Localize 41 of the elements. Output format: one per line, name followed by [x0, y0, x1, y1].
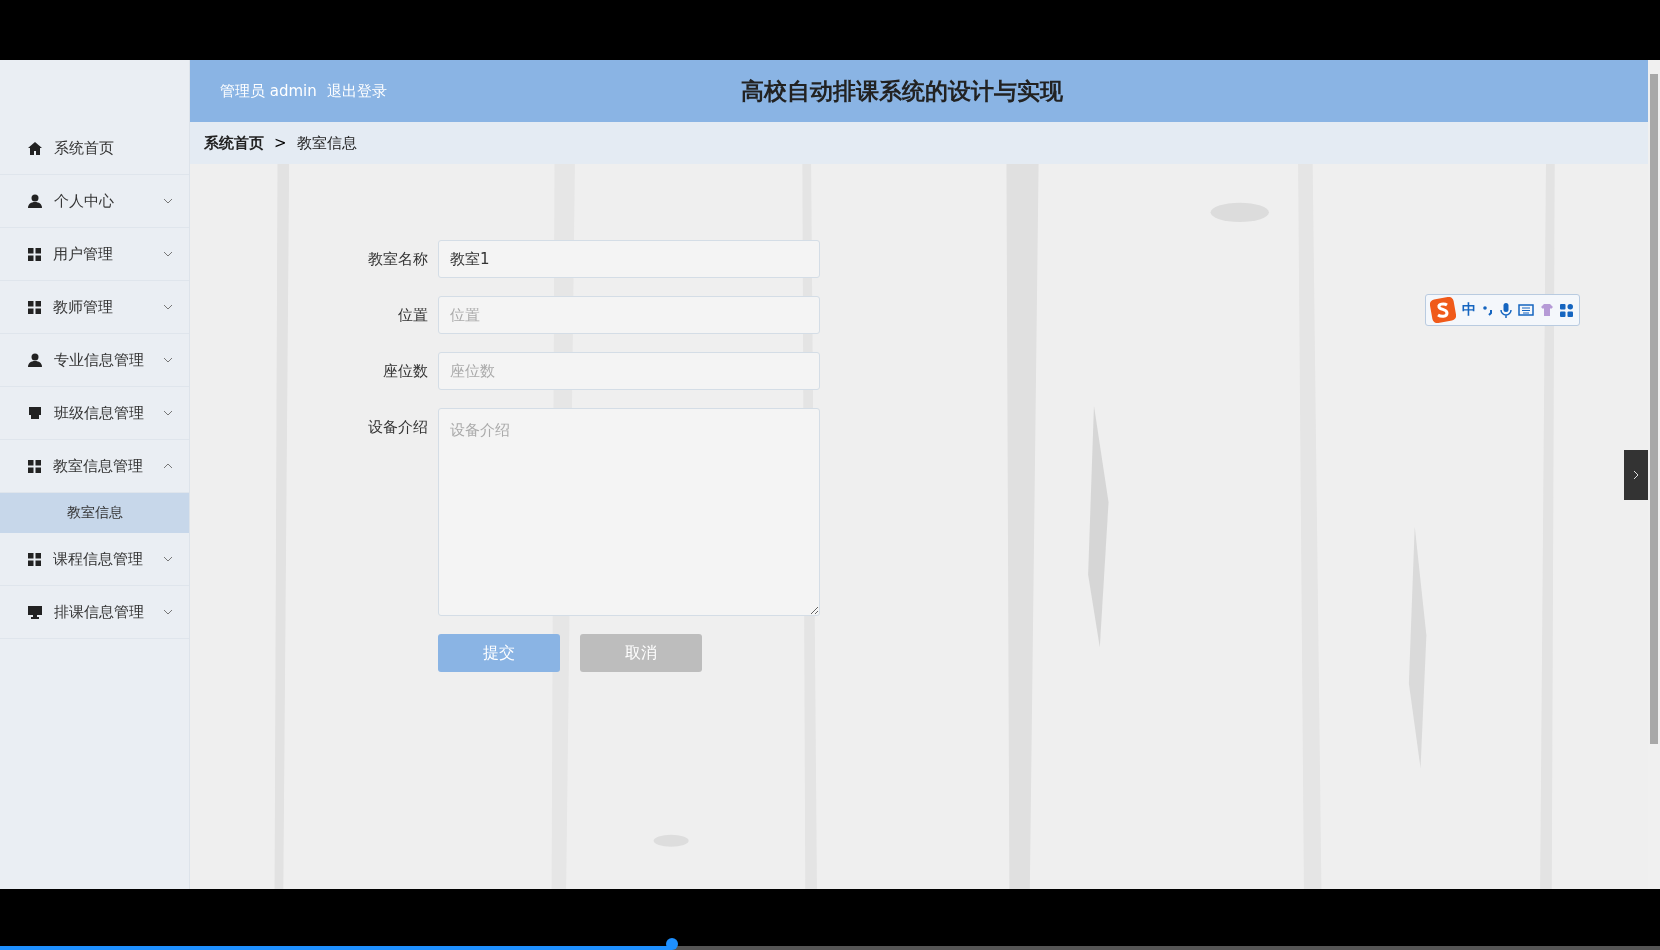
- sidebar-item[interactable]: 班级信息管理: [0, 387, 189, 440]
- input-field[interactable]: 座位数: [438, 352, 820, 390]
- monitor-icon: [28, 605, 42, 619]
- grid-icon: [28, 459, 41, 473]
- user-icon: [28, 353, 42, 367]
- side-panel-toggle[interactable]: [1624, 450, 1648, 500]
- scrollbar-thumb[interactable]: [1650, 74, 1658, 744]
- breadcrumb-item: 教室信息: [296, 133, 357, 153]
- input-field[interactable]: 位置: [438, 296, 820, 334]
- grid-icon: [28, 247, 41, 261]
- field-label: 位置: [397, 305, 428, 325]
- sidebar-item[interactable]: 教师管理: [0, 281, 189, 334]
- sidebar-item[interactable]: 课程信息管理: [0, 533, 189, 586]
- microphone-icon[interactable]: [1500, 302, 1512, 318]
- progress-handle[interactable]: [666, 938, 679, 950]
- field-label: 设备介绍: [367, 417, 428, 437]
- grid-icon: [28, 300, 41, 314]
- field-label: 座位数: [382, 361, 428, 381]
- grid-icon: [28, 552, 41, 566]
- keyboard-icon[interactable]: [1518, 304, 1534, 316]
- grid-icon[interactable]: [1560, 303, 1573, 317]
- breadcrumb-separator: >: [274, 134, 287, 152]
- ime-logo-icon: [1430, 297, 1456, 323]
- field-label: 教室名称: [367, 249, 428, 269]
- ime-mode-toggle[interactable]: 中: [1462, 301, 1476, 319]
- tray-icon: [28, 407, 42, 419]
- sidebar-item[interactable]: 个人中心: [0, 175, 189, 228]
- punctuation-icon[interactable]: [1482, 304, 1494, 316]
- chevron-right-icon: [1633, 470, 1639, 480]
- sidebar-item[interactable]: 系统首页: [0, 122, 189, 175]
- description-field[interactable]: 设备介绍: [438, 408, 820, 616]
- input-field[interactable]: 教室1: [438, 240, 820, 278]
- sidebar-item[interactable]: 用户管理: [0, 228, 189, 281]
- breadcrumb-item[interactable]: 系统首页: [204, 133, 264, 153]
- sidebar-item[interactable]: 排课信息管理: [0, 586, 189, 639]
- page-title: 高校自动排课系统的设计与实现: [740, 76, 1065, 106]
- sidebar-subitem[interactable]: 教室信息: [0, 493, 189, 533]
- home-icon: [28, 141, 42, 155]
- user-icon: [28, 194, 42, 208]
- sidebar-item[interactable]: 专业信息管理: [0, 334, 189, 387]
- user-label: 管理员 admin: [220, 81, 317, 101]
